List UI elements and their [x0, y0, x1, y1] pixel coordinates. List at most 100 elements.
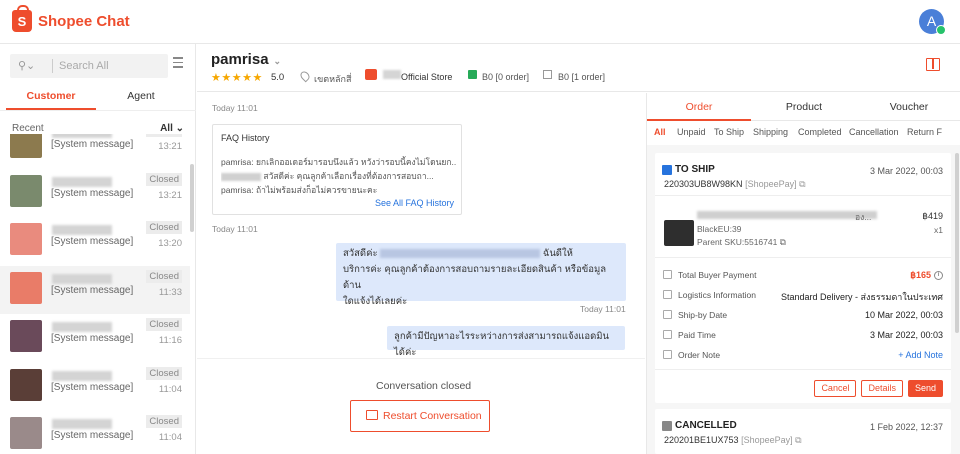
conversation-list: [System message] Closed 13:21 [System messa… [0, 134, 190, 454]
faq-line: pamrisa: ยกเลิกออเดอร์มารอบนึงแล้ว หวังว… [221, 157, 456, 167]
app-logo[interactable]: S Shopee Chat [12, 5, 130, 32]
user-avatar[interactable]: A [919, 9, 946, 35]
sidebar-tabs: Customer Agent [0, 86, 196, 110]
last-message: [System message] [51, 187, 134, 199]
faq-line: pamrisa: ถ้าไม่พร้อมส่งก็อไม่ควรขายนะคะ [221, 185, 378, 195]
timestamp: Today 11:01 [212, 224, 258, 234]
cancel-button[interactable]: Cancel [814, 380, 857, 397]
chat-message: ลูกค้ามีปัญหาอะไรระหว่างการส่งสามารถแจ้ง… [387, 326, 625, 358]
order-number[interactable]: 220201BE1UX753 [ShopeePay] ⧉ [664, 435, 802, 446]
avatar [10, 417, 42, 449]
filter-list-icon[interactable] [173, 57, 188, 71]
order-card[interactable]: CANCELLED 1 Feb 2022, 12:37 220201BE1UX7… [655, 409, 951, 454]
order-note-row: Order Note + Add Note [655, 347, 951, 365]
details-button[interactable]: Details [861, 380, 903, 397]
subtab-cancellation[interactable]: Cancellation [849, 127, 899, 137]
conversation-item[interactable]: [System message] Closed 11:16 [0, 314, 190, 363]
message-time: 11:04 [158, 432, 182, 443]
status-badge: Closed [146, 172, 182, 186]
subtab-return[interactable]: Return F [907, 127, 942, 137]
note-icon [663, 350, 672, 359]
conversation-item[interactable]: [System message] Closed 11:04 [0, 411, 190, 454]
subtab-shipping[interactable]: Shipping [753, 127, 788, 137]
conversation-item[interactable]: [System message] Closed 11:04 [0, 363, 190, 412]
search-divider [52, 59, 53, 73]
message-time: 11:33 [158, 286, 182, 298]
product-sku: Parent SKU:5516741 ⧉ [697, 237, 786, 247]
last-message: [System message] [51, 430, 134, 441]
rating-stars: ★★★★★ [211, 72, 263, 84]
search-icon[interactable]: ⚲⌄ [18, 59, 35, 72]
timestamp: Today 11:01 [580, 304, 626, 314]
add-note-link[interactable]: + Add Note [898, 350, 943, 360]
order-panel-scrollbar[interactable] [955, 153, 959, 333]
chat-area: Today 11:01 FAQ History pamrisa: ยกเลิกอ… [197, 93, 645, 454]
copy-icon[interactable]: ⧉ [799, 179, 805, 189]
recent-filter-dropdown[interactable]: All ⌄ [160, 123, 184, 134]
buyer-location: เขตหลักสี่ [314, 74, 352, 84]
store-icon [365, 69, 377, 80]
subtab-to-ship[interactable]: To Ship [714, 127, 744, 137]
contact-name-blurred [52, 225, 112, 235]
contact-name-blurred [52, 273, 112, 284]
subtab-all[interactable]: All [654, 127, 666, 137]
box-order-icon [543, 70, 552, 79]
last-message: [System message] [51, 381, 134, 393]
conversation-item[interactable]: [System message] Closed 13:21 [0, 169, 190, 218]
tab-customer[interactable]: Customer [6, 86, 96, 110]
order-number[interactable]: 220303UB8W98KN [ShopeePay] ⧉ [664, 179, 806, 190]
buyer-name[interactable]: pamrisa ⌄ [211, 51, 281, 68]
search-box[interactable]: ⚲⌄ Search All [10, 54, 168, 78]
avatar [10, 223, 42, 255]
faq-history-card: FAQ History pamrisa: ยกเลิกออเดอร์มารอบน… [212, 124, 462, 215]
tab-order[interactable]: Order [647, 93, 751, 121]
tabs-divider [0, 110, 196, 111]
message-time: 13:20 [158, 238, 182, 249]
copy-icon[interactable]: ⧉ [780, 237, 786, 247]
restart-conversation-button[interactable]: Restart Conversation [350, 400, 490, 432]
see-all-faq-link[interactable]: See All FAQ History [375, 198, 454, 208]
chat-bubble-icon [366, 410, 378, 420]
avatar [10, 271, 42, 304]
contact-name-blurred [52, 419, 112, 429]
status-badge: Closed [146, 415, 182, 428]
send-button[interactable]: Send [907, 380, 943, 397]
tab-voucher[interactable]: Voucher [857, 93, 960, 121]
status-badge: Closed [146, 134, 182, 137]
copy-icon[interactable]: ⧉ [795, 435, 801, 445]
subtab-unpaid[interactable]: Unpaid [677, 127, 706, 137]
conversation-closed-label: Conversation closed [376, 380, 472, 392]
message-time: 13:21 [158, 141, 182, 152]
info-icon[interactable]: i [934, 271, 943, 281]
contact-name-blurred [52, 370, 112, 381]
timestamp: Today 11:01 [212, 103, 258, 113]
conversation-item[interactable]: [System message] Closed 13:20 [0, 217, 190, 266]
order-status-tabs: All Unpaid To Ship Shipping Completed Ca… [647, 121, 960, 145]
divider [655, 369, 951, 370]
toggle-panel-icon[interactable] [926, 58, 940, 71]
tab-product[interactable]: Product [752, 93, 856, 121]
contact-name-blurred [52, 176, 112, 187]
conversation-item[interactable]: [System message] Closed 13:21 [0, 134, 190, 169]
search-input[interactable]: Search All [59, 60, 109, 72]
contact-name-blurred [52, 134, 112, 138]
subtab-completed[interactable]: Completed [798, 127, 842, 137]
total-payment-row: Total Buyer Payment ฿165 i [655, 267, 951, 285]
top-bar: S Shopee Chat A [0, 0, 960, 44]
product-quantity: x1 [934, 225, 943, 235]
cancelled-icon [662, 421, 672, 431]
conversation-item[interactable]: [System message] Closed 11:33 [0, 265, 190, 314]
faq-title: FAQ History [221, 133, 270, 143]
product-name-blurred [697, 211, 877, 219]
avatar [10, 320, 42, 352]
sidebar-scrollbar[interactable] [190, 164, 194, 232]
order-date: 3 Mar 2022, 00:03 [869, 166, 943, 176]
chevron-down-icon[interactable]: ⌄ [274, 56, 282, 66]
order-card[interactable]: TO SHIP 3 Mar 2022, 00:03 220303UB8W98KN… [655, 153, 951, 403]
divider [655, 257, 951, 258]
contact-name-blurred [52, 322, 112, 332]
tab-agent[interactable]: Agent [96, 86, 186, 110]
rating-value: 5.0 [271, 72, 285, 83]
product-image[interactable] [664, 220, 694, 246]
last-message: [System message] [51, 333, 134, 344]
